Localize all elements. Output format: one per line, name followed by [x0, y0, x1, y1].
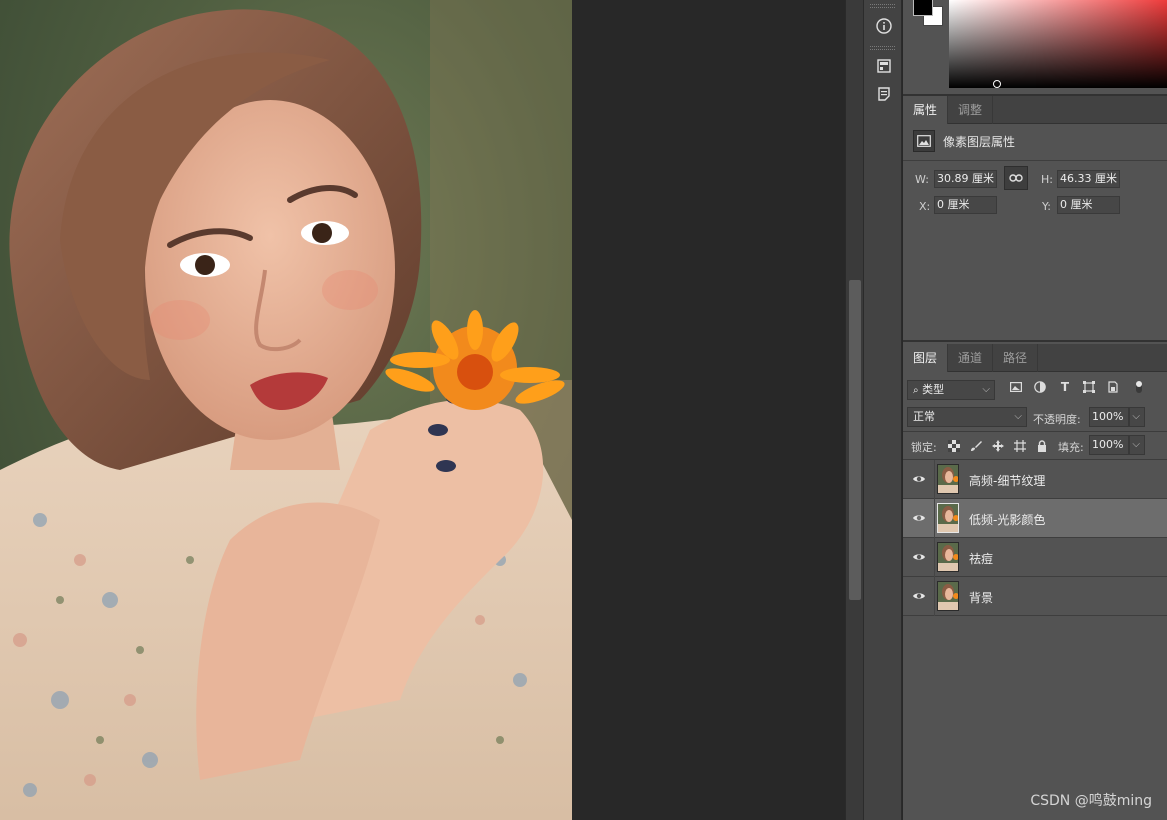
fill-dropdown-button[interactable]: ⌵ [1129, 435, 1145, 455]
blend-mode-dropdown[interactable]: 正常 ⌵ [907, 407, 1027, 427]
opacity-field[interactable]: 100% [1089, 407, 1129, 427]
scrollbar-thumb[interactable] [849, 280, 861, 600]
layer-row-selected[interactable]: 低频-光影颜色 [903, 499, 1167, 538]
filter-toggle-icon[interactable] [1132, 380, 1146, 394]
libraries-panel-button[interactable] [864, 52, 903, 80]
lock-all-icon[interactable] [1035, 439, 1049, 453]
tab-properties[interactable]: 属性 [903, 96, 949, 124]
fill-field[interactable]: 100% [1089, 435, 1129, 455]
photoshop-window: 属性 调整 像素图层属性 W: 30.89 厘米 H: 46.33 厘米 X: [0, 0, 1167, 820]
width-label: W: [915, 173, 929, 186]
opacity-dropdown-button[interactable]: ⌵ [1129, 407, 1145, 427]
tab-layers[interactable]: 图层 [903, 344, 949, 372]
height-field[interactable]: 46.33 厘米 [1057, 170, 1120, 188]
color-picker-marker[interactable] [993, 80, 1001, 88]
adjustment-filter-icon[interactable] [1033, 380, 1047, 394]
watermark: CSDN @鸣鼓ming [1030, 793, 1152, 809]
fill-label: 填充: [1058, 441, 1084, 454]
foreground-color-swatch[interactable] [913, 0, 933, 16]
layer-name: 背景 [969, 591, 994, 605]
canvas-image[interactable] [0, 0, 572, 820]
layer-name: 高频-细节纹理 [969, 474, 1046, 488]
eye-icon[interactable] [912, 589, 926, 603]
lock-brush-icon[interactable] [969, 439, 983, 453]
x-label: X: [919, 200, 931, 213]
shape-filter-icon[interactable] [1082, 380, 1096, 394]
link-icon [1009, 174, 1023, 182]
libraries-icon [876, 59, 891, 73]
layer-row[interactable]: 高频-细节纹理 [903, 460, 1167, 499]
layer-thumbnail [937, 581, 959, 611]
image-filter-icon[interactable] [1009, 380, 1023, 394]
lock-transparent-icon[interactable] [947, 439, 961, 453]
y-field[interactable]: 0 厘米 [1057, 196, 1120, 214]
lock-artboard-icon[interactable] [1013, 439, 1027, 453]
pasteboard [572, 0, 845, 820]
layers-list: 高频-细节纹理 低频-光影颜色 祛痘 背景 [903, 460, 1167, 616]
info-panel-button[interactable] [864, 12, 903, 40]
chevron-down-icon: ⌵ [982, 384, 990, 395]
tab-paths[interactable]: 路径 [993, 344, 1039, 372]
properties-header: 像素图层属性 [913, 130, 1015, 152]
layer-name: 低频-光影颜色 [969, 513, 1046, 527]
height-label: H: [1041, 173, 1053, 186]
layer-thumbnail [937, 542, 959, 572]
chevron-down-icon: ⌵ [1132, 411, 1140, 422]
notes-panel-button[interactable] [864, 80, 903, 108]
layer-name: 祛痘 [969, 552, 994, 566]
image-icon [913, 130, 935, 152]
strip-grip[interactable] [870, 4, 895, 8]
right-panel-dock: 属性 调整 像素图层属性 W: 30.89 厘米 H: 46.33 厘米 X: [903, 0, 1167, 820]
info-icon [875, 18, 892, 34]
lock-row: 锁定: 填充: 100% ⌵ [903, 432, 1167, 460]
opacity-label: 不透明度: [1033, 413, 1081, 426]
tab-channels[interactable]: 通道 [948, 344, 994, 372]
layer-row[interactable]: 祛痘 [903, 538, 1167, 577]
lock-label: 锁定: [911, 441, 937, 454]
y-label: Y: [1042, 200, 1051, 213]
properties-title: 像素图层属性 [943, 134, 1016, 149]
eye-icon[interactable] [912, 550, 926, 564]
properties-panel: 像素图层属性 W: 30.89 厘米 H: 46.33 厘米 X: 0 厘米 Y… [903, 124, 1167, 342]
x-field[interactable]: 0 厘米 [934, 196, 997, 214]
panel-icon-strip [863, 0, 902, 820]
lock-move-icon[interactable] [991, 439, 1005, 453]
layer-thumbnail [937, 464, 959, 494]
width-field[interactable]: 30.89 厘米 [934, 170, 997, 188]
layers-toolbar: ⌕ 类型 ⌵ T 正常 ⌵ 不透明度: 100% ⌵ [903, 372, 1167, 432]
notes-icon [877, 87, 890, 101]
eye-icon[interactable] [912, 472, 926, 486]
blend-mode-value: 正常 [913, 410, 935, 423]
color-picker-field[interactable] [949, 0, 1167, 88]
chevron-down-icon: ⌵ [1014, 411, 1022, 422]
portrait-photo [0, 0, 572, 820]
properties-tabbar: 属性 调整 [903, 96, 1167, 124]
color-panel [903, 0, 1167, 96]
chevron-down-icon: ⌵ [1132, 439, 1140, 450]
strip-grip[interactable] [870, 46, 895, 50]
tab-adjustments[interactable]: 调整 [948, 96, 994, 124]
layer-row[interactable]: 背景 [903, 577, 1167, 616]
search-icon: ⌕ [913, 385, 919, 396]
filter-kind-value: 类型 [922, 383, 945, 396]
type-filter-icon[interactable]: T [1058, 380, 1072, 394]
eye-icon[interactable] [912, 511, 926, 525]
layers-tabbar: 图层 通道 路径 [903, 344, 1167, 372]
smart-object-filter-icon[interactable] [1106, 380, 1120, 394]
canvas-vertical-scrollbar[interactable] [845, 0, 863, 820]
filter-kind-dropdown[interactable]: ⌕ 类型 ⌵ [907, 380, 995, 400]
link-dimensions-button[interactable] [1004, 166, 1028, 190]
layer-thumbnail [937, 503, 959, 533]
